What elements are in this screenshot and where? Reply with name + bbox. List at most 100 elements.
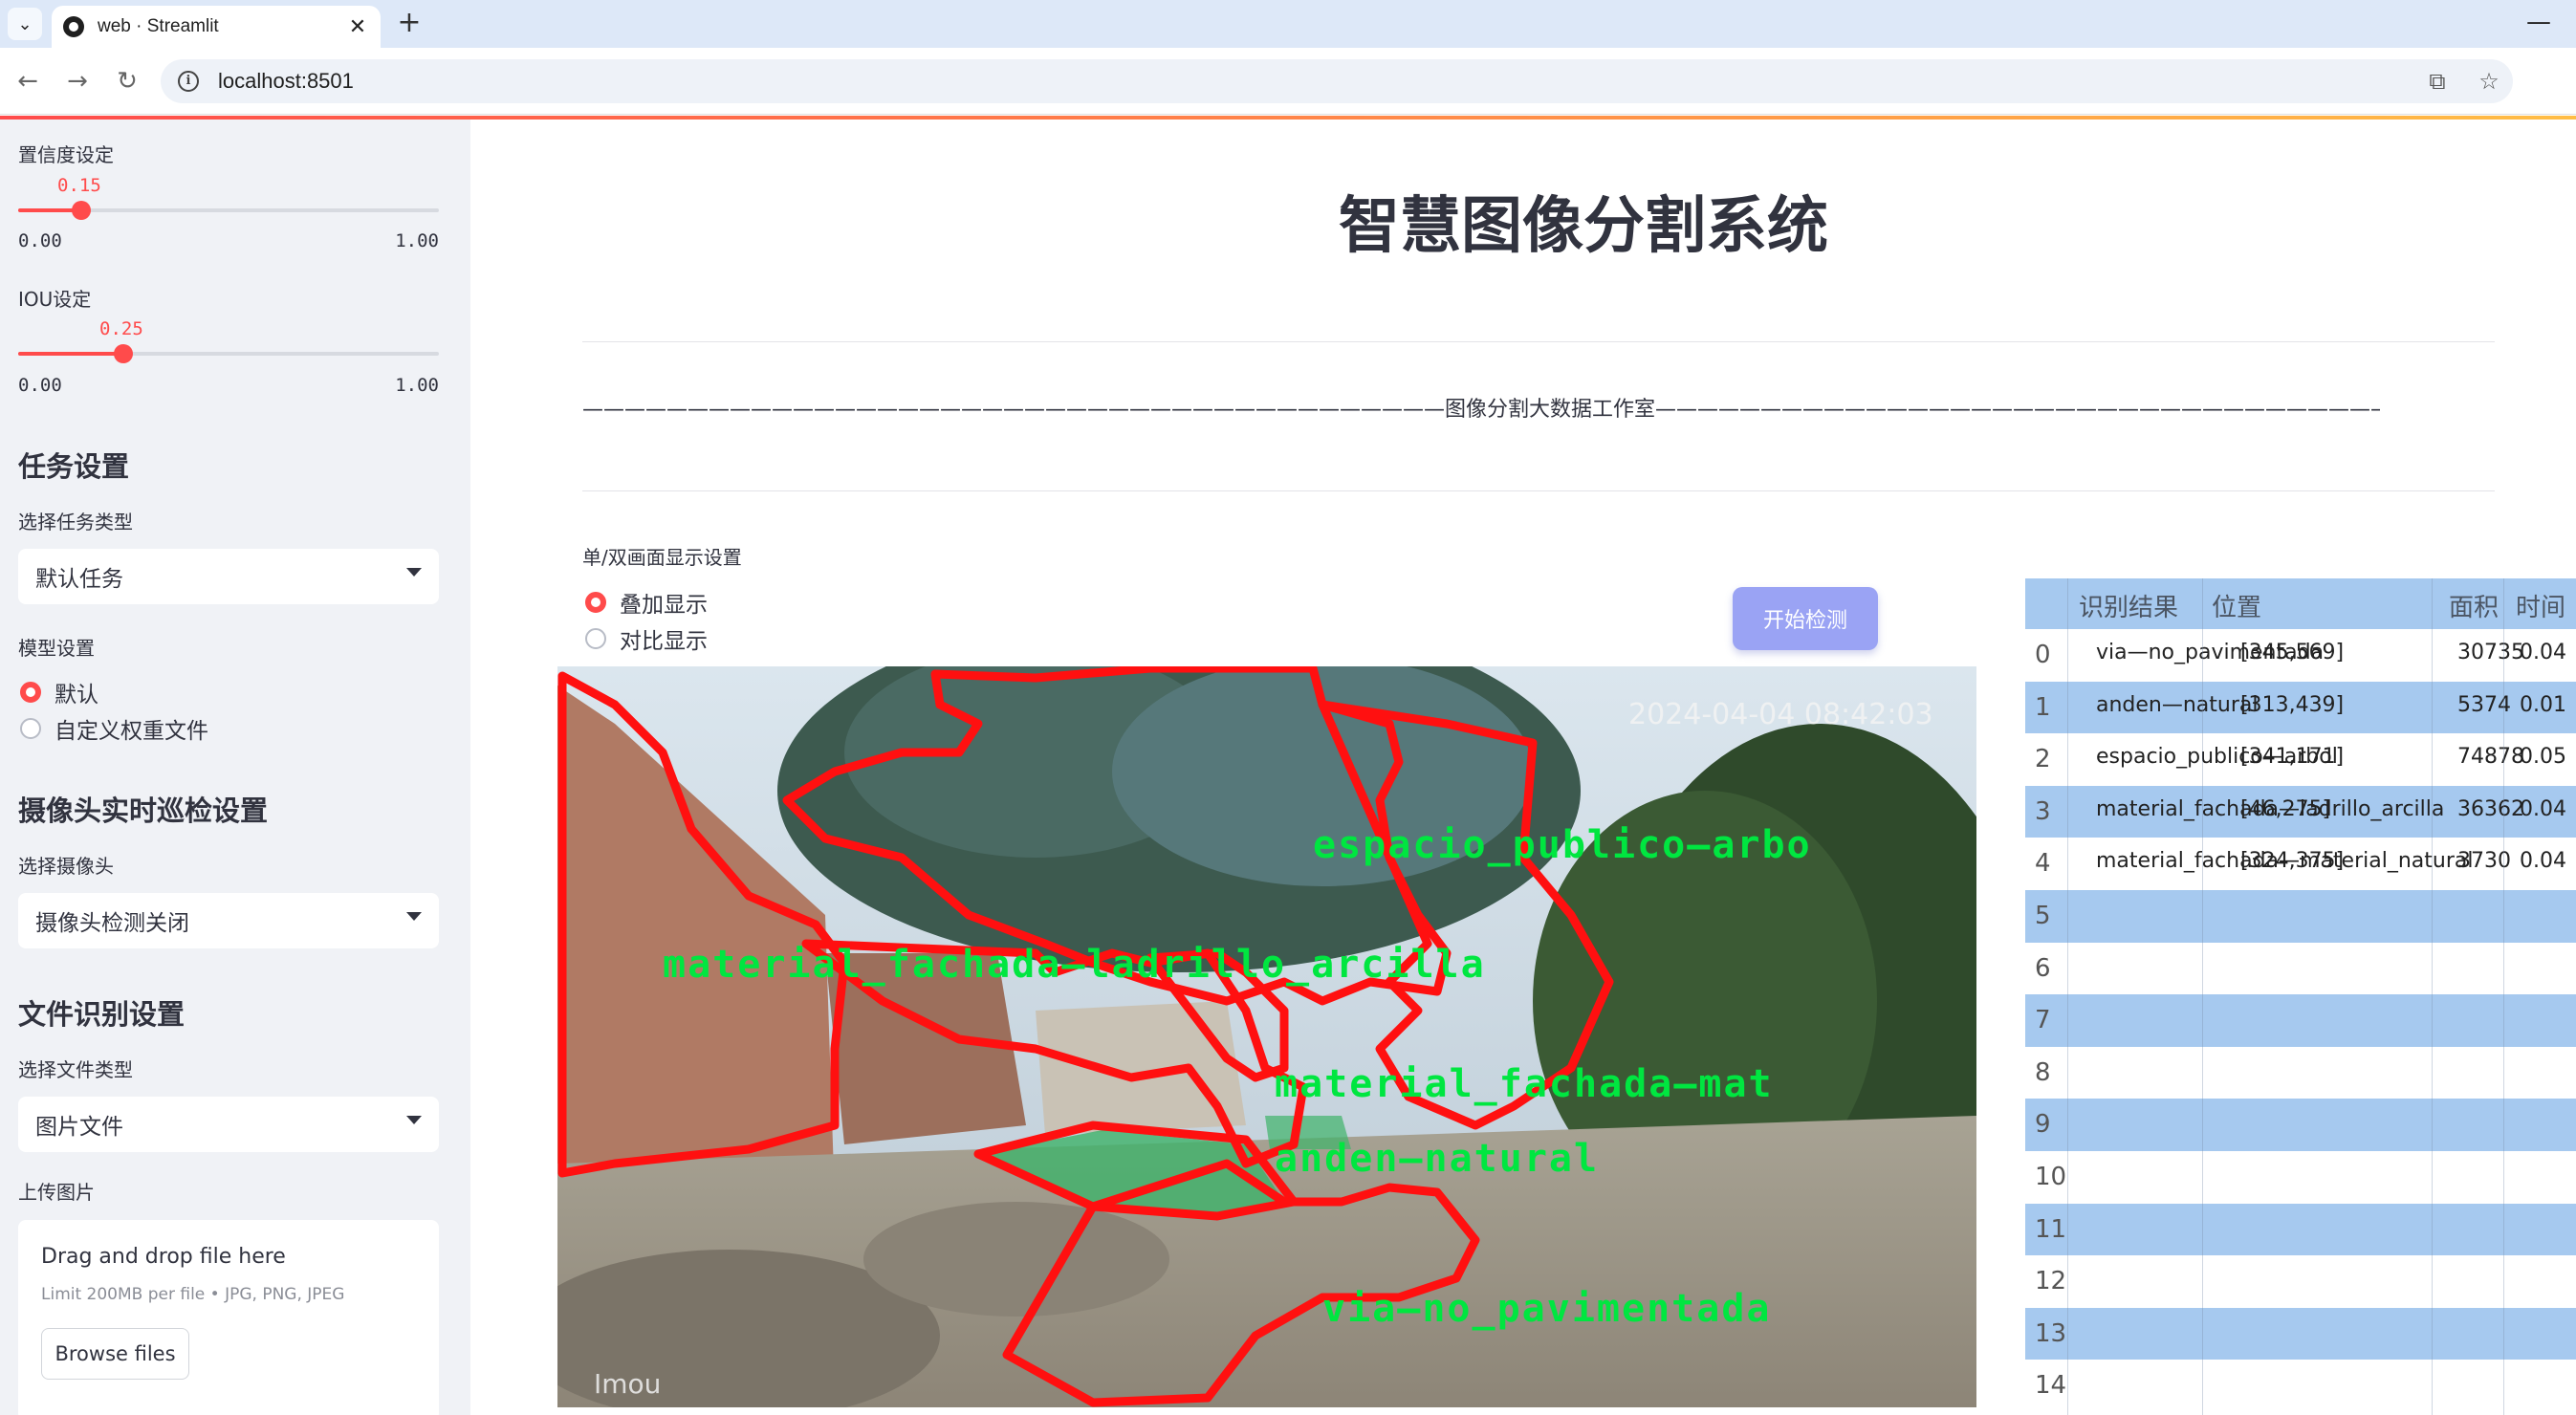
camera-label: 选择摄像头: [18, 855, 114, 878]
file-type-label: 选择文件类型: [18, 1058, 133, 1081]
site-info-icon[interactable]: i: [178, 71, 199, 92]
studio-banner: ————————————————————————————————————————…: [582, 398, 2380, 422]
task-settings-heading: 任务设置: [18, 450, 130, 483]
start-detection-button[interactable]: 开始检测: [1733, 587, 1878, 650]
cell-position: [324,375]: [2240, 849, 2345, 874]
table-row[interactable]: 2 espacio_publico—arbol [341,171] 74878 0.05: [2025, 733, 2576, 786]
browser-tab[interactable]: web · Streamlit ✕: [52, 6, 381, 48]
upload-label: 上传图片: [18, 1181, 95, 1204]
image-watermark: Imou: [594, 1368, 661, 1400]
image-timestamp: 2024-04-04 08:42:03: [1628, 698, 1933, 731]
column-divider: [2432, 578, 2433, 1415]
radio-unselected-icon[interactable]: [585, 628, 606, 649]
divider: [582, 341, 2495, 342]
model-radio-custom[interactable]: 自定义权重文件: [20, 712, 208, 745]
cell-position: [46,275]: [2240, 796, 2331, 821]
table-row[interactable]: 1 anden—natural [313,439] 5374 0.01: [2025, 681, 2576, 734]
row-index: 4: [2035, 849, 2051, 879]
column-divider: [2067, 578, 2068, 1415]
header-area: 面积: [2449, 594, 2500, 622]
table-row[interactable]: 9: [2025, 1099, 2576, 1151]
cell-area: 36362: [2457, 796, 2524, 821]
radio-selected-icon[interactable]: [585, 592, 606, 613]
address-bar[interactable]: i localhost:8501 ⧉ ☆: [161, 59, 2513, 103]
model-radio-default[interactable]: 默认: [20, 676, 98, 708]
results-table[interactable]: 识别结果 位置 面积 时间 0 via—no_pavimentada [345,56…: [2025, 578, 2576, 1415]
display-radio-overlay[interactable]: 叠加显示: [585, 586, 708, 619]
row-index: 1: [2035, 692, 2051, 722]
confidence-max: 1.00: [395, 230, 439, 251]
task-type-select[interactable]: 默认任务: [18, 549, 439, 604]
radio-unselected-icon[interactable]: [20, 718, 41, 739]
table-row[interactable]: 12: [2025, 1255, 2576, 1308]
cell-position: [313,439]: [2240, 692, 2345, 717]
back-arrow-icon[interactable]: ←: [10, 63, 46, 99]
table-header: 识别结果 位置 面积 时间: [2025, 578, 2576, 629]
iou-slider[interactable]: [18, 344, 439, 363]
iou-max: 1.00: [395, 375, 439, 396]
table-row[interactable]: 14: [2025, 1360, 2576, 1412]
table-row[interactable]: 3 material_fachada—ladrillo_arcilla [46,27…: [2025, 785, 2576, 838]
table-row[interactable]: 10: [2025, 1151, 2576, 1204]
row-index: 7: [2035, 1006, 2051, 1035]
browse-files-button[interactable]: Browse files: [41, 1328, 189, 1380]
iou-range: 0.00 1.00: [18, 375, 439, 396]
minimize-icon[interactable]: —: [2526, 8, 2551, 36]
table-row[interactable]: 4 material_fachada—material_natural [324,3…: [2025, 838, 2576, 890]
reload-icon[interactable]: ↻: [109, 63, 145, 99]
tab-search-chevron-icon[interactable]: ⌄: [8, 8, 42, 40]
confidence-slider[interactable]: [18, 201, 439, 220]
close-icon[interactable]: ✕: [346, 15, 369, 39]
table-row[interactable]: 0 via—no_pavimentada [345,569] 30735 0.04: [2025, 629, 2576, 682]
model-settings-label: 模型设置: [18, 637, 95, 660]
model-option-label: 默认: [55, 683, 98, 708]
confidence-min: 0.00: [18, 230, 62, 251]
chevron-down-icon: [406, 568, 422, 577]
translate-icon[interactable]: ⧉: [2423, 67, 2452, 96]
cell-area: 30735: [2457, 641, 2524, 664]
row-index: 2: [2035, 745, 2051, 774]
table-row[interactable]: 7: [2025, 994, 2576, 1047]
display-mode-label: 单/双画面显示设置: [582, 546, 742, 569]
iou-slider-thumb[interactable]: [114, 344, 133, 363]
file-settings-heading: 文件识别设置: [18, 998, 186, 1031]
row-index: 9: [2035, 1110, 2051, 1140]
file-uploader-dropzone[interactable]: Drag and drop file here Limit 200MB per …: [18, 1220, 439, 1415]
header-result: 识别结果: [2079, 594, 2179, 622]
cell-time: 0.05: [2520, 745, 2566, 770]
segmentation-scene: espacio_publico—arbo material_fachada—la…: [557, 666, 1976, 1407]
table-row[interactable]: 13: [2025, 1307, 2576, 1361]
divider: [582, 490, 2495, 491]
iou-min: 0.00: [18, 375, 62, 396]
cell-position: [341,171]: [2240, 745, 2345, 770]
table-row[interactable]: 6: [2025, 942, 2576, 995]
new-tab-plus-icon[interactable]: +: [394, 8, 425, 38]
camera-select[interactable]: 摄像头检测关闭: [18, 893, 439, 948]
row-index: 12: [2035, 1267, 2067, 1296]
file-type-select[interactable]: 图片文件: [18, 1097, 439, 1152]
column-divider: [2202, 578, 2203, 1415]
cell-time: 0.04: [2520, 796, 2566, 821]
file-type-value: 图片文件: [35, 1115, 123, 1140]
table-row[interactable]: 11: [2025, 1203, 2576, 1256]
browser-tab-strip: ⌄ web · Streamlit ✕ + —: [0, 0, 2576, 48]
display-radio-compare[interactable]: 对比显示: [585, 622, 708, 655]
sidebar: 置信度设定 0.15 0.00 1.00 IOU设定 0.25 0.00 1.0…: [0, 120, 470, 1415]
display-option-label: 叠加显示: [620, 593, 708, 618]
table-row[interactable]: 5: [2025, 890, 2576, 943]
table-row[interactable]: 8: [2025, 1046, 2576, 1099]
display-option-label: 对比显示: [620, 629, 708, 654]
upload-limit-text: Limit 200MB per file • JPG, PNG, JPEG: [41, 1285, 345, 1304]
image-label: via—no_pavimentada: [1322, 1287, 1771, 1331]
confidence-slider-thumb[interactable]: [72, 201, 91, 220]
header-time: 时间: [2516, 594, 2566, 622]
confidence-value: 0.15: [57, 175, 101, 196]
row-index: 3: [2035, 796, 2051, 826]
forward-arrow-icon[interactable]: →: [59, 63, 96, 99]
image-label: material_fachada—ladrillo_arcilla: [663, 943, 1486, 987]
task-type-label: 选择任务类型: [18, 511, 133, 533]
iou-label: IOU设定: [18, 288, 92, 311]
streamlit-favicon-icon: [63, 16, 84, 37]
bookmark-star-icon[interactable]: ☆: [2475, 67, 2503, 96]
radio-selected-icon[interactable]: [20, 682, 41, 703]
